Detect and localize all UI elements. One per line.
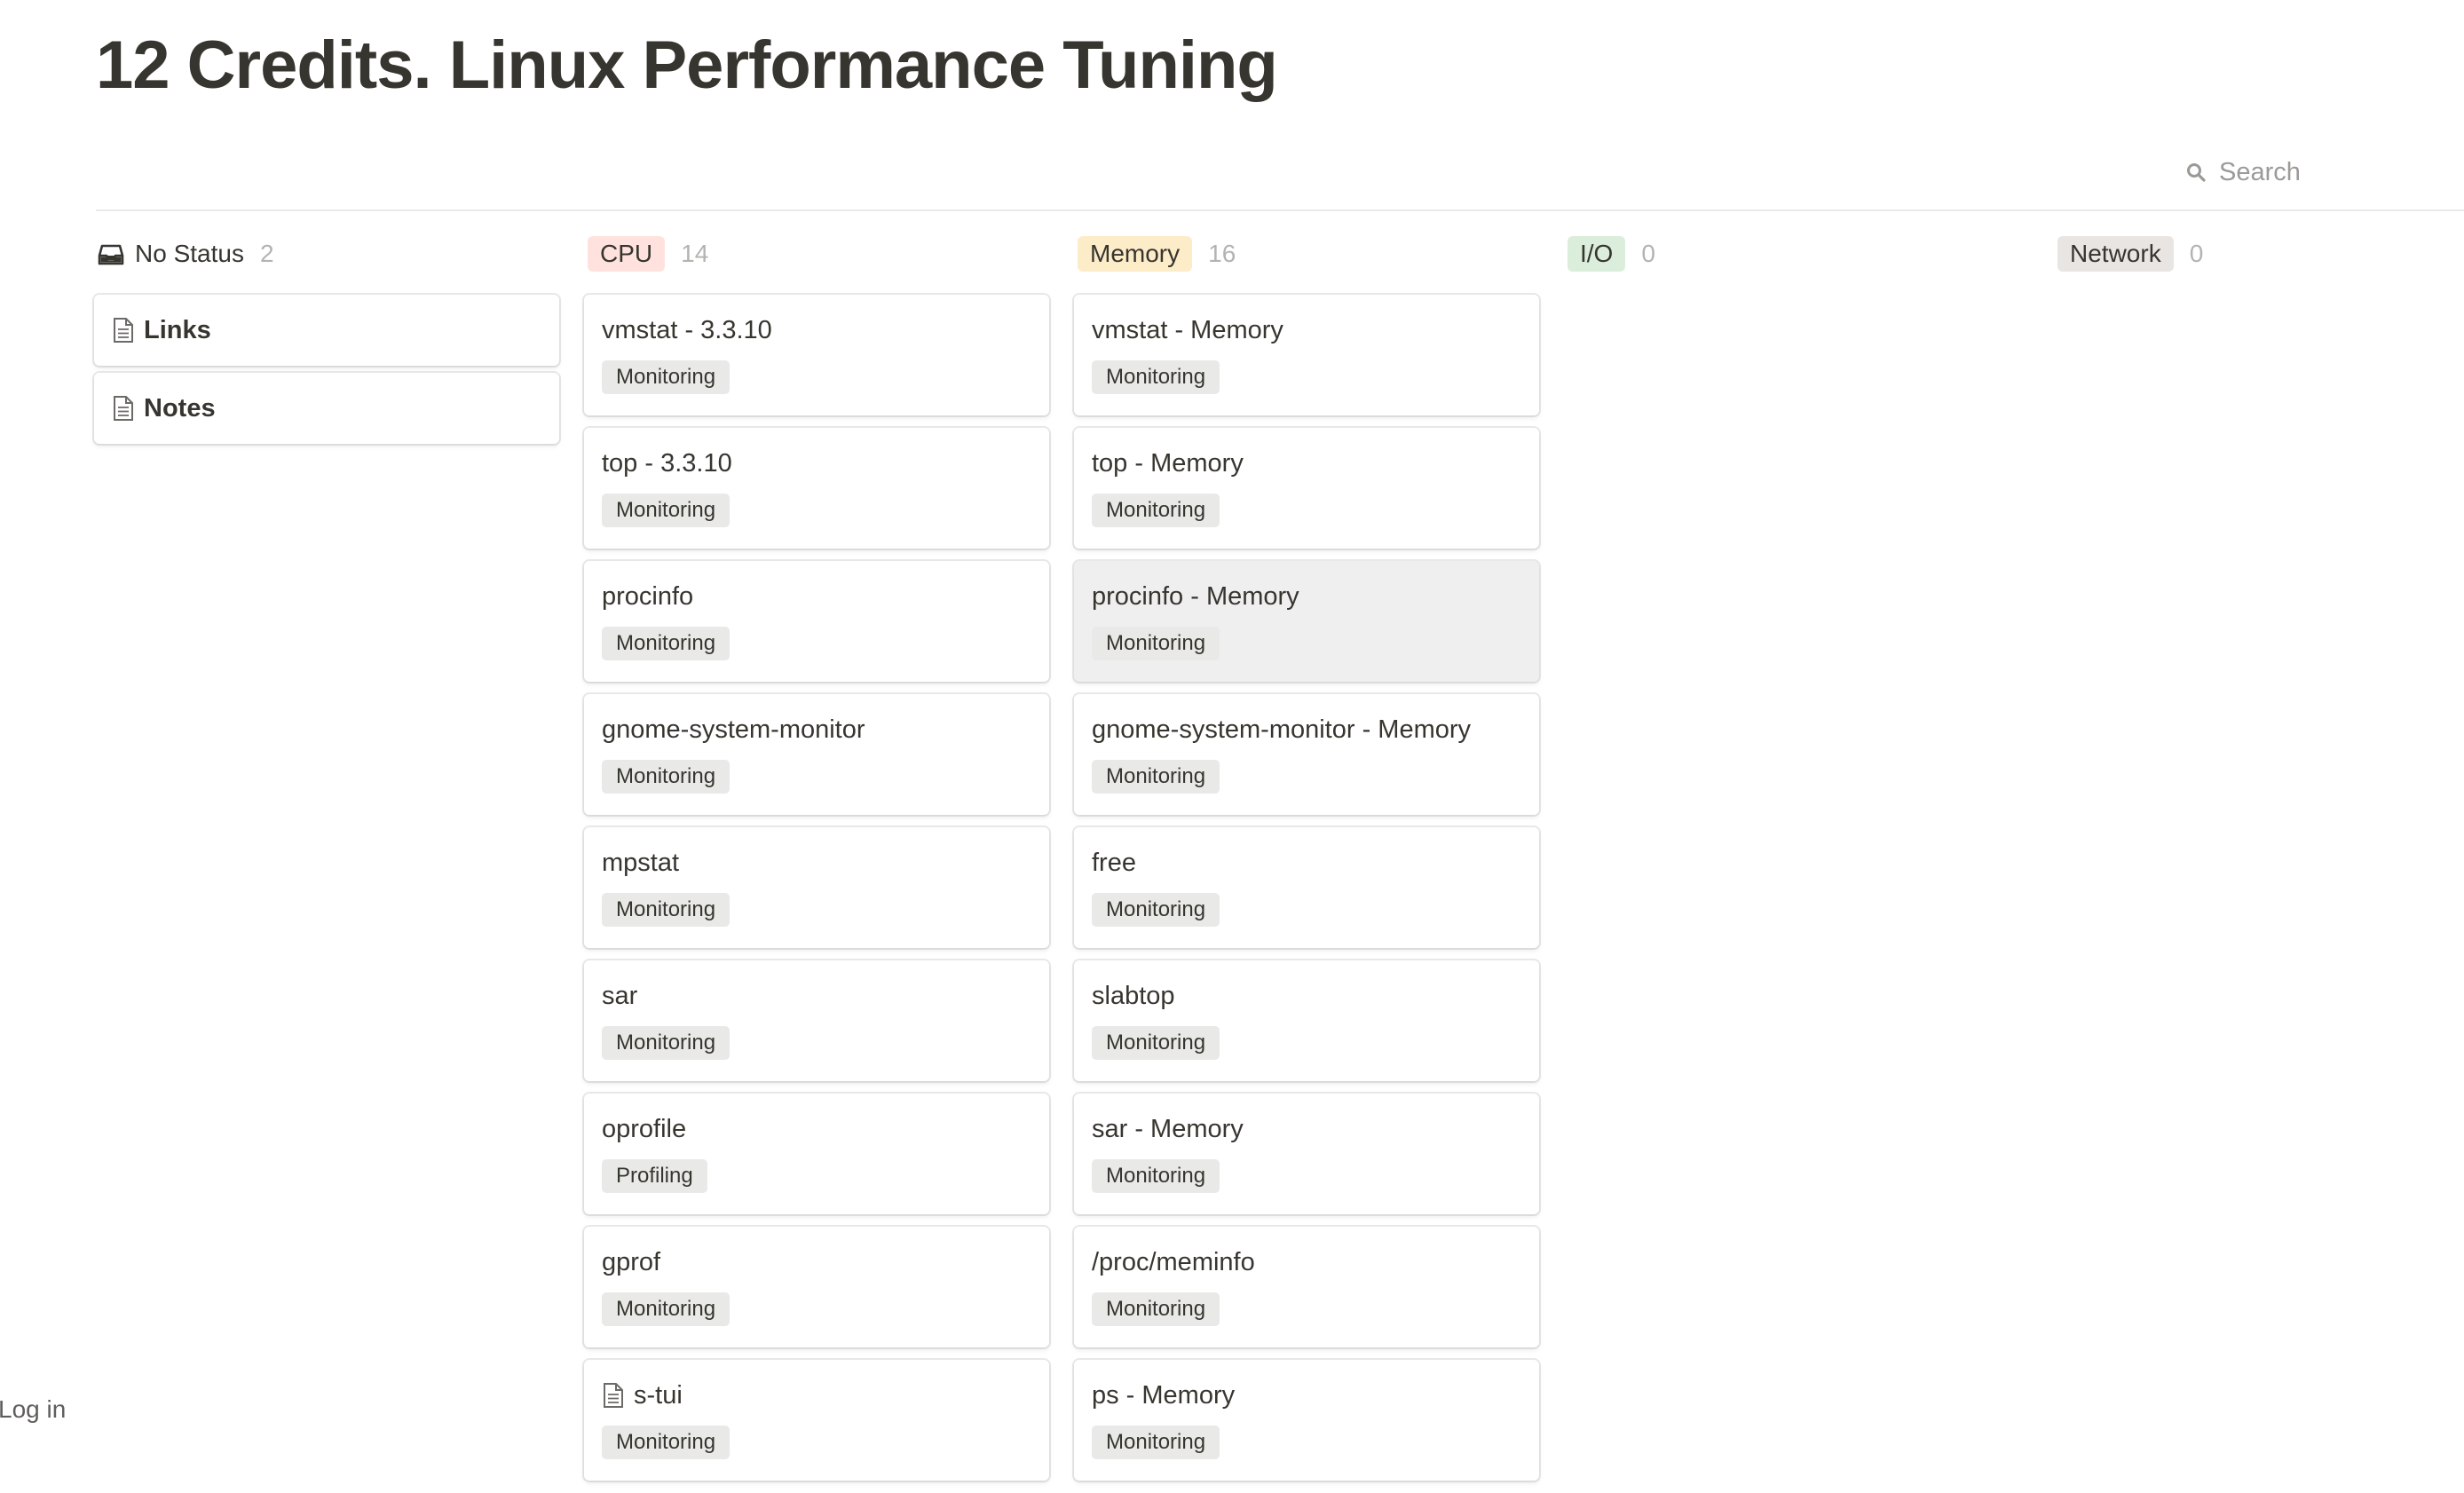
column-header-cpu[interactable]: CPU 14 — [584, 233, 1049, 275]
column-header-io[interactable]: I/O 0 — [1564, 233, 2029, 275]
card-title: oprofile — [602, 1115, 687, 1143]
card-links[interactable]: Links — [94, 295, 559, 366]
column-count: 0 — [1641, 240, 1655, 267]
card-s-tui[interactable]: s-tui Monitoring — [584, 1360, 1049, 1481]
card-vmstat[interactable]: vmstat - 3.3.10 Monitoring — [584, 295, 1049, 415]
card-vmstat-memory[interactable]: vmstat - Memory Monitoring — [1074, 295, 1539, 415]
card-title: sar — [602, 982, 638, 1010]
column-io: I/O 0 — [1564, 233, 2029, 275]
card-title: gnome-system-monitor - Memory — [1092, 715, 1472, 744]
category-tag: Monitoring — [1092, 1292, 1220, 1326]
column-network: Network 0 — [2054, 233, 2464, 275]
category-tag: Monitoring — [602, 893, 731, 927]
login-link[interactable]: Log in — [0, 1395, 66, 1424]
category-tag: Monitoring — [1092, 1026, 1220, 1060]
card-title: Notes — [144, 394, 216, 423]
card-title: slabtop — [1092, 982, 1175, 1010]
card-title: vmstat - 3.3.10 — [602, 316, 772, 344]
category-tag: Monitoring — [602, 360, 731, 394]
category-tag: Profiling — [602, 1159, 707, 1193]
category-tag: Monitoring — [1092, 627, 1220, 660]
card-title: /proc/meminfo — [1092, 1248, 1255, 1276]
page-icon — [112, 395, 135, 422]
search-icon — [2185, 162, 2207, 183]
card-title: mpstat — [602, 849, 680, 877]
category-tag: Monitoring — [1092, 760, 1220, 794]
card-sar-memory[interactable]: sar - Memory Monitoring — [1074, 1094, 1539, 1214]
card-gprof[interactable]: gprof Monitoring — [584, 1227, 1049, 1347]
column-no-status: No Status 2 Links Notes — [94, 233, 559, 456]
card-gnome-system-monitor-memory[interactable]: gnome-system-monitor - Memory Monitoring — [1074, 694, 1539, 815]
card-notes[interactable]: Notes — [94, 373, 559, 444]
card-title: vmstat - Memory — [1092, 316, 1283, 344]
search-label: Search — [2219, 157, 2301, 186]
column-label: No Status — [135, 240, 244, 267]
card-mpstat[interactable]: mpstat Monitoring — [584, 827, 1049, 948]
page-title: 12 Credits. Linux Performance Tuning — [96, 28, 1278, 103]
card-ps-memory[interactable]: ps - Memory Monitoring — [1074, 1360, 1539, 1481]
card-title: gprof — [602, 1248, 661, 1276]
category-tag: Monitoring — [602, 1292, 731, 1326]
category-tag: Monitoring — [1092, 1159, 1220, 1193]
card-free[interactable]: free Monitoring — [1074, 827, 1539, 948]
column-count: 16 — [1208, 240, 1236, 267]
card-title: ps - Memory — [1092, 1381, 1236, 1410]
card-title: sar - Memory — [1092, 1115, 1244, 1143]
card-procinfo[interactable]: procinfo Monitoring — [584, 561, 1049, 682]
column-memory: Memory 16 vmstat - Memory Monitoring top… — [1074, 233, 1539, 1493]
card-title: gnome-system-monitor — [602, 715, 865, 744]
card-top[interactable]: top - 3.3.10 Monitoring — [584, 428, 1049, 549]
column-label: I/O — [1568, 236, 1626, 272]
category-tag: Monitoring — [602, 627, 731, 660]
page-icon — [112, 317, 135, 344]
header-divider — [96, 209, 2464, 211]
category-tag: Monitoring — [1092, 494, 1220, 527]
category-tag: Monitoring — [1092, 1426, 1220, 1459]
search-button[interactable]: Search — [2185, 154, 2301, 190]
column-header-network[interactable]: Network 0 — [2054, 233, 2464, 275]
card-sar[interactable]: sar Monitoring — [584, 960, 1049, 1081]
card-top-memory[interactable]: top - Memory Monitoring — [1074, 428, 1539, 549]
card-title: top - Memory — [1092, 449, 1244, 478]
card-title: procinfo — [602, 582, 694, 611]
column-count: 0 — [2189, 240, 2204, 267]
column-cpu: CPU 14 vmstat - 3.3.10 Monitoring top - … — [584, 233, 1049, 1493]
column-count: 14 — [681, 240, 709, 267]
column-count: 2 — [259, 240, 274, 267]
column-header-no-status[interactable]: No Status 2 — [94, 233, 559, 275]
column-label: CPU — [588, 236, 666, 272]
card-procinfo-memory[interactable]: procinfo - Memory Monitoring — [1074, 561, 1539, 682]
column-label: Memory — [1078, 236, 1193, 272]
card-title: free — [1092, 849, 1136, 877]
column-label: Network — [2057, 236, 2174, 272]
category-tag: Monitoring — [602, 494, 731, 527]
card-title: top - 3.3.10 — [602, 449, 732, 478]
category-tag: Monitoring — [602, 1026, 731, 1060]
kanban-board: No Status 2 Links Notes CPU 14 vmstat - … — [94, 233, 2464, 1481]
category-tag: Monitoring — [602, 760, 731, 794]
column-header-memory[interactable]: Memory 16 — [1074, 233, 1539, 275]
card-title: procinfo - Memory — [1092, 582, 1299, 611]
category-tag: Monitoring — [602, 1426, 731, 1459]
category-tag: Monitoring — [1092, 360, 1220, 394]
card-title: s-tui — [634, 1381, 683, 1410]
card-gnome-system-monitor[interactable]: gnome-system-monitor Monitoring — [584, 694, 1049, 815]
card-oprofile[interactable]: oprofile Profiling — [584, 1094, 1049, 1214]
card-slabtop[interactable]: slabtop Monitoring — [1074, 960, 1539, 1081]
card-title: Links — [144, 316, 211, 344]
card-proc-meminfo[interactable]: /proc/meminfo Monitoring — [1074, 1227, 1539, 1347]
category-tag: Monitoring — [1092, 893, 1220, 927]
inbox-icon — [98, 241, 124, 267]
page-icon — [602, 1382, 625, 1409]
